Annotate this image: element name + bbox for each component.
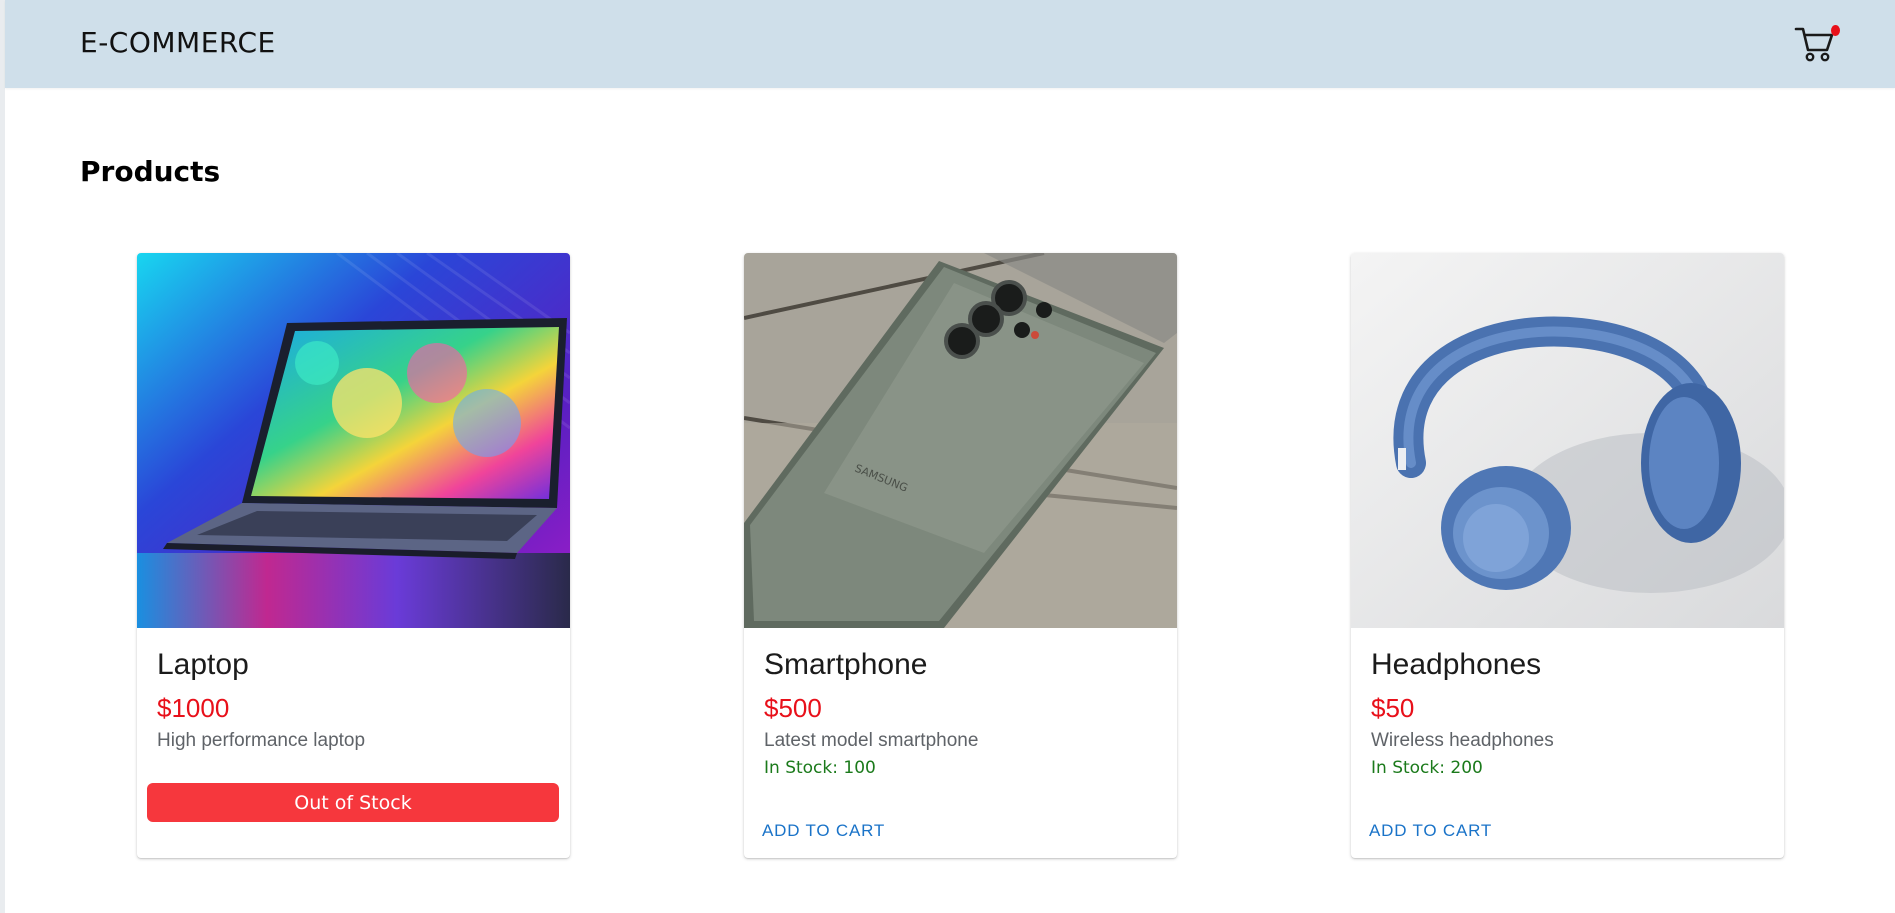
product-price: $500: [764, 693, 822, 723]
product-image[interactable]: [137, 253, 570, 628]
product-name: Headphones: [1371, 648, 1542, 681]
product-card: SAMSUNG Smartphone $500 Latest model sma…: [744, 253, 1177, 858]
laptop-image: [137, 253, 570, 628]
cart-notification-badge: [1831, 25, 1840, 36]
product-image[interactable]: SAMSUNG: [744, 253, 1177, 628]
shopping-cart-icon: [1794, 27, 1834, 62]
product-card: Laptop $1000 High performance laptop Out…: [137, 253, 570, 858]
product-card: Headphones $50 Wireless headphones In St…: [1351, 253, 1784, 858]
app-bar: E-COMMERCE: [5, 0, 1895, 88]
left-edge-divider: [0, 0, 5, 913]
product-name: Laptop: [157, 648, 249, 681]
product-description: Wireless headphones: [1371, 730, 1554, 751]
headphones-image: [1351, 253, 1784, 628]
product-name: Smartphone: [764, 648, 928, 681]
out-of-stock-button[interactable]: Out of Stock: [147, 783, 559, 822]
stock-status: In Stock: 100: [764, 758, 876, 778]
brand-title[interactable]: E-COMMERCE: [80, 26, 276, 59]
add-to-cart-button[interactable]: ADD TO CART: [1361, 813, 1500, 849]
page-title: Products: [80, 155, 221, 188]
smartphone-image: SAMSUNG: [744, 253, 1177, 628]
add-to-cart-button[interactable]: ADD TO CART: [754, 813, 893, 849]
product-image[interactable]: [1351, 253, 1784, 628]
product-description: High performance laptop: [157, 730, 366, 751]
product-price: $50: [1371, 693, 1415, 723]
product-price: $1000: [157, 693, 230, 723]
stock-status: In Stock: 200: [1371, 758, 1483, 778]
product-description: Latest model smartphone: [764, 730, 979, 751]
